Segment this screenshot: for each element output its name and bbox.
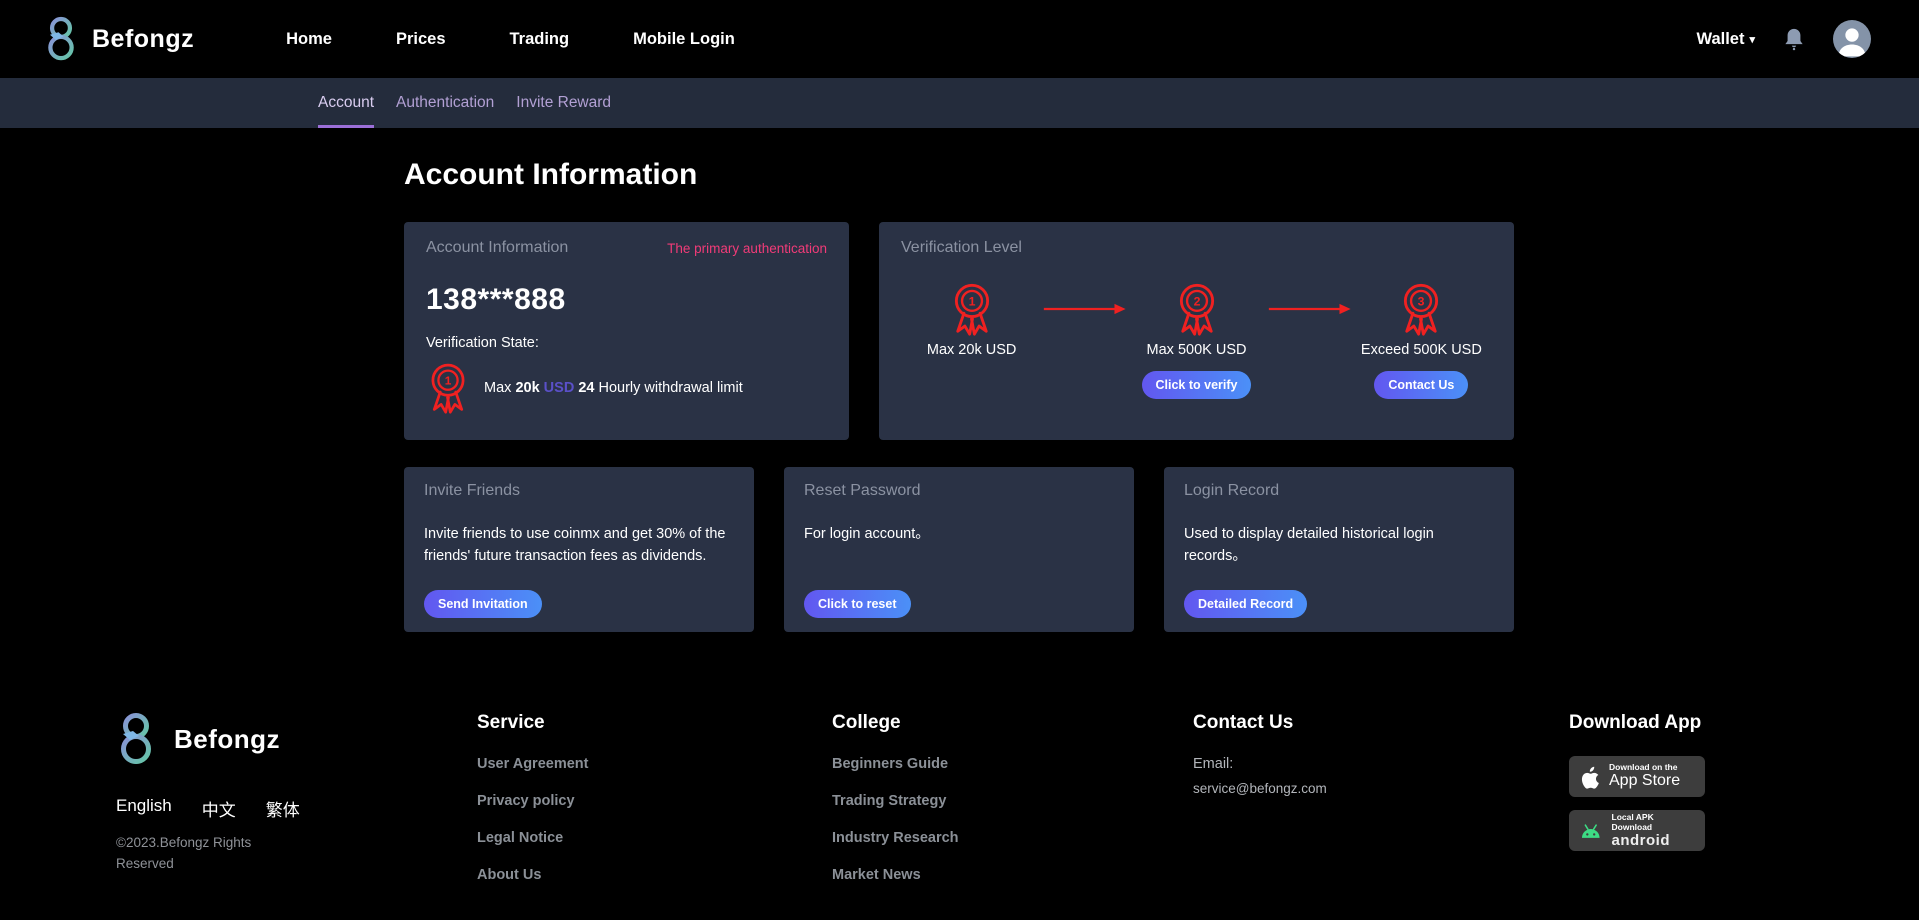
service-column-title: Service xyxy=(477,712,545,733)
click-to-reset-button[interactable]: Click to reset xyxy=(804,590,911,618)
download-column-title: Download App xyxy=(1569,712,1702,733)
brand-logo[interactable]: Befongz xyxy=(44,15,194,63)
page-footer: Befongz English 中文 繁体 ©2023.Befongz Righ… xyxy=(0,632,1919,904)
college-column-title: College xyxy=(832,712,901,733)
footer-brand-name: Befongz xyxy=(174,723,281,754)
account-info-card: Account Information The primary authenti… xyxy=(404,222,849,440)
android-apk-badge[interactable]: Local APK Download android xyxy=(1569,810,1705,851)
tab-authentication[interactable]: Authentication xyxy=(396,78,494,128)
contact-us-button[interactable]: Contact Us xyxy=(1374,371,1469,399)
level-2-rosette-icon: 2 xyxy=(1179,283,1214,336)
primary-authentication-note: The primary authentication xyxy=(667,240,827,256)
chevron-down-icon: ▾ xyxy=(1749,33,1755,46)
nav-home[interactable]: Home xyxy=(286,30,332,49)
android-icon xyxy=(1581,823,1600,838)
android-small-text: Local APK Download xyxy=(1611,811,1654,832)
appstore-big-text: App Store xyxy=(1609,772,1681,790)
lang-simplified-chinese[interactable]: 中文 xyxy=(202,796,236,821)
app-store-badge[interactable]: Download on the App Store xyxy=(1569,756,1705,797)
svg-text:2: 2 xyxy=(1193,295,1200,309)
brand-name: Befongz xyxy=(92,24,195,53)
send-invitation-button[interactable]: Send Invitation xyxy=(424,590,542,618)
android-big-text: android xyxy=(1611,832,1671,850)
level-1-badge-icon: 1 xyxy=(431,363,465,414)
language-switcher: English 中文 繁体 xyxy=(116,796,477,821)
main-content: Account Information Account Information … xyxy=(0,128,1919,632)
wallet-dropdown[interactable]: Wallet ▾ xyxy=(1696,30,1755,49)
level-1-rosette-icon: 1 xyxy=(954,283,989,336)
verification-state-label: Verification State: xyxy=(426,335,539,351)
link-privacy-policy[interactable]: Privacy policy xyxy=(477,793,832,809)
verification-level-card: Verification Level 1 Max 20k USD 2 Max 5… xyxy=(879,222,1514,440)
footer-download-column: Download App Download on the App Store L… xyxy=(1569,712,1705,904)
footer-service-column: Service User Agreement Privacy policy Le… xyxy=(477,712,832,904)
link-market-news[interactable]: Market News xyxy=(832,867,1193,883)
tab-account[interactable]: Account xyxy=(318,78,375,128)
login-record-body: Used to display detailed historical logi… xyxy=(1184,526,1434,565)
link-industry-research[interactable]: Industry Research xyxy=(832,830,1193,846)
email-label: Email: xyxy=(1193,756,1234,772)
svg-text:1: 1 xyxy=(445,374,452,388)
invite-friends-title: Invite Friends xyxy=(424,482,521,499)
person-icon xyxy=(1838,28,1866,57)
level-3-label: Exceed 500K USD xyxy=(1360,342,1482,358)
withdrawal-limit-text: Max 20k USD 24 Hourly withdrawal limit xyxy=(484,379,743,396)
contact-column-title: Contact Us xyxy=(1193,712,1294,733)
link-trading-strategy[interactable]: Trading Strategy xyxy=(832,793,1193,809)
footer-contact-column: Contact Us Email: service@befongz.com xyxy=(1193,712,1569,904)
user-avatar[interactable] xyxy=(1833,20,1871,58)
footer-college-column: College Beginners Guide Trading Strategy… xyxy=(832,712,1193,904)
level-1-label: Max 20k USD xyxy=(926,342,1017,358)
level-3: 3 Exceed 500K USD Contact Us xyxy=(1351,281,1492,399)
arrow-right-icon xyxy=(1044,303,1126,315)
masked-phone-number: 138***888 xyxy=(426,283,566,316)
page-title: Account Information xyxy=(404,158,698,191)
account-subnav: Account Authentication Invite Reward xyxy=(0,78,1919,128)
wallet-label: Wallet xyxy=(1696,29,1745,48)
level-2-label: Max 500K USD xyxy=(1146,342,1247,358)
detailed-record-button[interactable]: Detailed Record xyxy=(1184,590,1308,618)
level-2: 2 Max 500K USD Click to verify xyxy=(1126,281,1267,399)
nav-prices[interactable]: Prices xyxy=(396,30,446,49)
svg-text:3: 3 xyxy=(1418,295,1425,309)
level-3-rosette-icon: 3 xyxy=(1404,283,1439,336)
navbar-right: Wallet ▾ xyxy=(1696,20,1871,58)
appstore-small-text: Download on the xyxy=(1609,762,1678,773)
apple-icon xyxy=(1581,766,1599,789)
click-to-verify-button[interactable]: Click to verify xyxy=(1141,371,1252,399)
lang-english[interactable]: English xyxy=(116,796,172,821)
svg-text:1: 1 xyxy=(968,295,975,309)
nav-mobile-login[interactable]: Mobile Login xyxy=(633,30,735,49)
lang-traditional-chinese[interactable]: 繁体 xyxy=(266,796,300,821)
top-navbar: Befongz Home Prices Trading Mobile Login… xyxy=(0,0,1919,78)
main-nav: Home Prices Trading Mobile Login xyxy=(286,30,735,49)
link-about-us[interactable]: About Us xyxy=(477,867,832,883)
copyright-text: ©2023.Befongz Rights Reserved xyxy=(116,835,252,871)
invite-friends-body: Invite friends to use coinmx and get 30%… xyxy=(424,526,726,565)
level-1: 1 Max 20k USD xyxy=(901,281,1042,358)
link-beginners-guide[interactable]: Beginners Guide xyxy=(832,756,1193,772)
arrow-right-icon xyxy=(1268,303,1351,315)
reset-password-card: Reset Password For login account。 Click … xyxy=(784,467,1134,632)
befongz-footer-logo-icon xyxy=(121,713,151,764)
account-info-card-title: Account Information xyxy=(426,239,569,256)
link-user-agreement[interactable]: User Agreement xyxy=(477,756,832,772)
login-record-card: Login Record Used to display detailed hi… xyxy=(1164,467,1514,632)
nav-trading[interactable]: Trading xyxy=(510,30,570,49)
login-record-title: Login Record xyxy=(1184,482,1280,499)
befongz-logo-icon xyxy=(48,16,74,61)
footer-brand-block: Befongz English 中文 繁体 ©2023.Befongz Righ… xyxy=(116,712,477,904)
verification-level-card-title: Verification Level xyxy=(901,239,1022,256)
link-legal-notice[interactable]: Legal Notice xyxy=(477,830,832,846)
tab-invite-reward[interactable]: Invite Reward xyxy=(516,78,611,128)
notification-bell-icon[interactable] xyxy=(1783,27,1805,51)
invite-friends-card: Invite Friends Invite friends to use coi… xyxy=(404,467,754,632)
reset-password-body: For login account。 xyxy=(804,526,930,542)
email-address: service@befongz.com xyxy=(1193,781,1327,796)
reset-password-title: Reset Password xyxy=(804,482,921,499)
